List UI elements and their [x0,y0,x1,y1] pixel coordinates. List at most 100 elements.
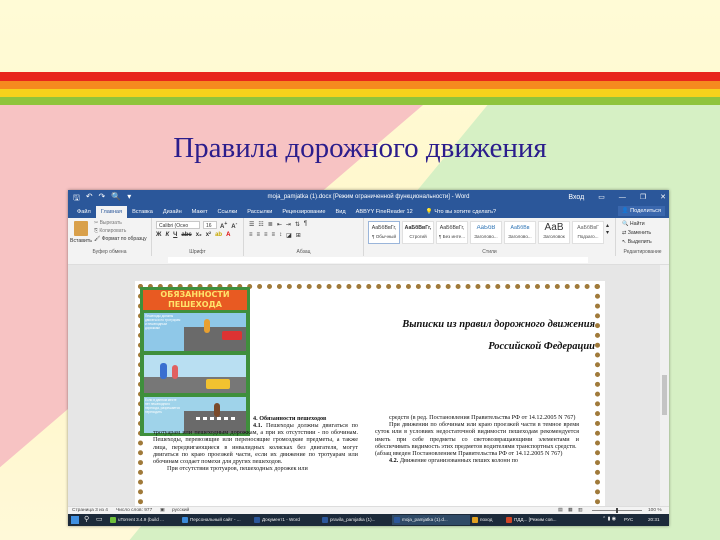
close-icon[interactable]: ✕ [660,193,666,201]
tab-insert[interactable]: Вставка [127,209,158,218]
numbering-icon[interactable]: ☷ [258,221,263,228]
windows-start-icon[interactable] [71,516,79,524]
taskbar-item-folder[interactable]: поход [470,515,504,525]
tab-abbyy[interactable]: ABBYY FineReader 12 [351,209,418,218]
stripe-green [0,97,720,105]
tell-me-box[interactable]: 💡 Что вы хотите сделать? [418,209,501,218]
print-layout-icon[interactable]: ▦ [568,508,573,513]
tab-references[interactable]: Ссылки [213,209,243,218]
search-icon[interactable]: ⚲ [84,515,89,523]
align-left-icon[interactable]: ≡ [249,232,253,239]
paste-button[interactable]: Вставить [70,238,92,244]
italic-icon[interactable]: К [165,232,169,238]
minimize-icon[interactable]: — [619,194,626,201]
align-center-icon[interactable]: ≡ [257,232,261,239]
page-count[interactable]: Страница 3 из 4 [72,508,108,513]
input-language[interactable]: РУС [624,517,633,522]
grow-font-icon[interactable]: A+ [220,221,227,230]
ribbon-tabs: Файл Главная Вставка Дизайн Макет Ссылки… [68,205,669,218]
style-normal[interactable]: АаБбВвГг, ¶ Обычный [368,221,400,244]
tab-home[interactable]: Главная [95,206,128,218]
borders-icon[interactable]: ⊞ [296,232,301,239]
shrink-font-icon[interactable]: A- [231,221,237,230]
style-heading-2[interactable]: АаБбВв Заголово... [504,221,536,244]
stripe-red [0,72,720,81]
tab-layout[interactable]: Макет [187,209,213,218]
language-indicator[interactable]: русский [172,508,189,513]
paragraph: средств (в ред. Постановления Правительс… [375,414,579,421]
vertical-scrollbar[interactable] [660,265,669,506]
task-view-icon[interactable]: ▭ [96,515,103,523]
decrease-indent-icon[interactable]: ⇤ [277,221,282,228]
font-color-icon[interactable]: A [226,232,230,238]
cut-button[interactable]: ✂ Вырезать [94,220,147,226]
sort-icon[interactable]: ⇅ [295,221,300,228]
style-strict[interactable]: АаБбВвГг, Строгий [402,221,434,244]
taskbar-item-utorrent[interactable]: uTorrent 3.4.9 (build ... [108,515,180,525]
font-size-select[interactable]: 16 [203,221,217,229]
clause-number: 4.2. [389,457,399,465]
replace-button[interactable]: ⇄ Заменить [622,230,652,236]
select-button[interactable]: ↖ Выделить [622,239,652,245]
style-title[interactable]: АаВ Заголовок [538,221,570,244]
cut-label: Вырезать [99,220,122,226]
find-button[interactable]: 🔍 Найти [622,221,652,227]
bold-icon[interactable]: Ж [156,232,161,238]
highlight-icon[interactable]: ab [215,232,222,238]
font-format-buttons: Ж К Ч abc x₂ x² ab A [156,232,230,238]
group-clipboard: Вставить ✂ Вырезать ⎘ Копировать 🖌 Форма… [68,218,152,256]
tray-icons[interactable]: ⌃ ▮ ◉ [602,516,616,522]
zoom-slider-thumb[interactable] [616,508,618,513]
shading-icon[interactable]: ◪ [286,232,292,239]
signin-link[interactable]: Вход [568,194,584,201]
window-controls: Вход ▭ — ❐ ✕ [568,193,666,202]
zoom-level[interactable]: 100 % [648,508,662,513]
web-layout-icon[interactable]: ▥ [578,508,583,513]
bullets-icon[interactable]: ☰ [249,221,254,228]
copy-button[interactable]: ⎘ Копировать [94,228,147,234]
share-button[interactable]: 👤 Поделиться [617,206,665,216]
share-label: Поделиться [630,208,661,214]
style-subtitle[interactable]: АаБбВвГ Подзаго... [572,221,604,244]
taskbar-item-word-pravila[interactable]: pravila_pamjatka (1)... [320,515,392,525]
font-family-select[interactable]: Calibri (Осно [156,221,200,229]
tab-design[interactable]: Дизайн [158,209,187,218]
underline-icon[interactable]: Ч [173,232,177,238]
multilevel-list-icon[interactable]: ≣ [268,221,273,228]
pilcrow-icon[interactable]: ¶ [304,221,307,228]
proofing-icon[interactable]: ▣ [160,508,165,513]
document-area[interactable]: ОБЯЗАННОСТИ ПЕШЕХОДА Пешеходы должны дви… [68,265,660,506]
horizontal-ruler[interactable] [68,256,669,265]
style-sample: АаБбВв [510,225,530,231]
taskbar-item-word-doc1[interactable]: Документ1 - Word [252,515,320,525]
maximize-icon[interactable]: ❐ [640,193,646,201]
justify-icon[interactable]: ≡ [272,232,276,239]
scrollbar-thumb[interactable] [662,375,667,415]
tab-file[interactable]: Файл [72,209,96,218]
ribbon-display-icon[interactable]: ▭ [598,193,605,201]
word-count[interactable]: Число слов: 977 [116,508,152,513]
superscript-icon[interactable]: x² [206,232,211,238]
taskbar-item-word-moja[interactable]: moja_pamjatka (1).d... [392,515,470,525]
tab-view[interactable]: Вид [331,209,351,218]
strikethrough-icon[interactable]: abc [181,232,191,238]
read-mode-icon[interactable]: ▤ [558,508,563,513]
style-no-spacing[interactable]: АаБбВвГг, ¶ Без инте... [436,221,468,244]
style-name: Заголово... [508,234,532,239]
styles-scroll[interactable]: ▴ ▾ [606,222,609,236]
line-spacing-icon[interactable]: ↕ [279,232,282,239]
road-shape [144,377,246,393]
style-heading-1[interactable]: АаБбВ Заголово... [470,221,502,244]
taskbar-item-powerpoint[interactable]: ПДД... [Режим сов... [504,515,582,525]
clock[interactable]: 20:31 [648,517,660,522]
paste-icon[interactable] [74,221,88,236]
pedestrian-figure [172,365,178,379]
tab-mailings[interactable]: Рассылки [242,209,277,218]
tab-review[interactable]: Рецензирование [277,209,330,218]
document-page[interactable]: ОБЯЗАННОСТИ ПЕШЕХОДА Пешеходы должны дви… [135,281,605,506]
increase-indent-icon[interactable]: ⇥ [286,221,291,228]
subscript-icon[interactable]: x₂ [196,232,202,238]
format-painter-button[interactable]: 🖌 Формат по образцу [94,236,147,242]
align-right-icon[interactable]: ≡ [264,232,268,239]
taskbar-item-browser[interactable]: Персональный сайт - ... [180,515,252,525]
